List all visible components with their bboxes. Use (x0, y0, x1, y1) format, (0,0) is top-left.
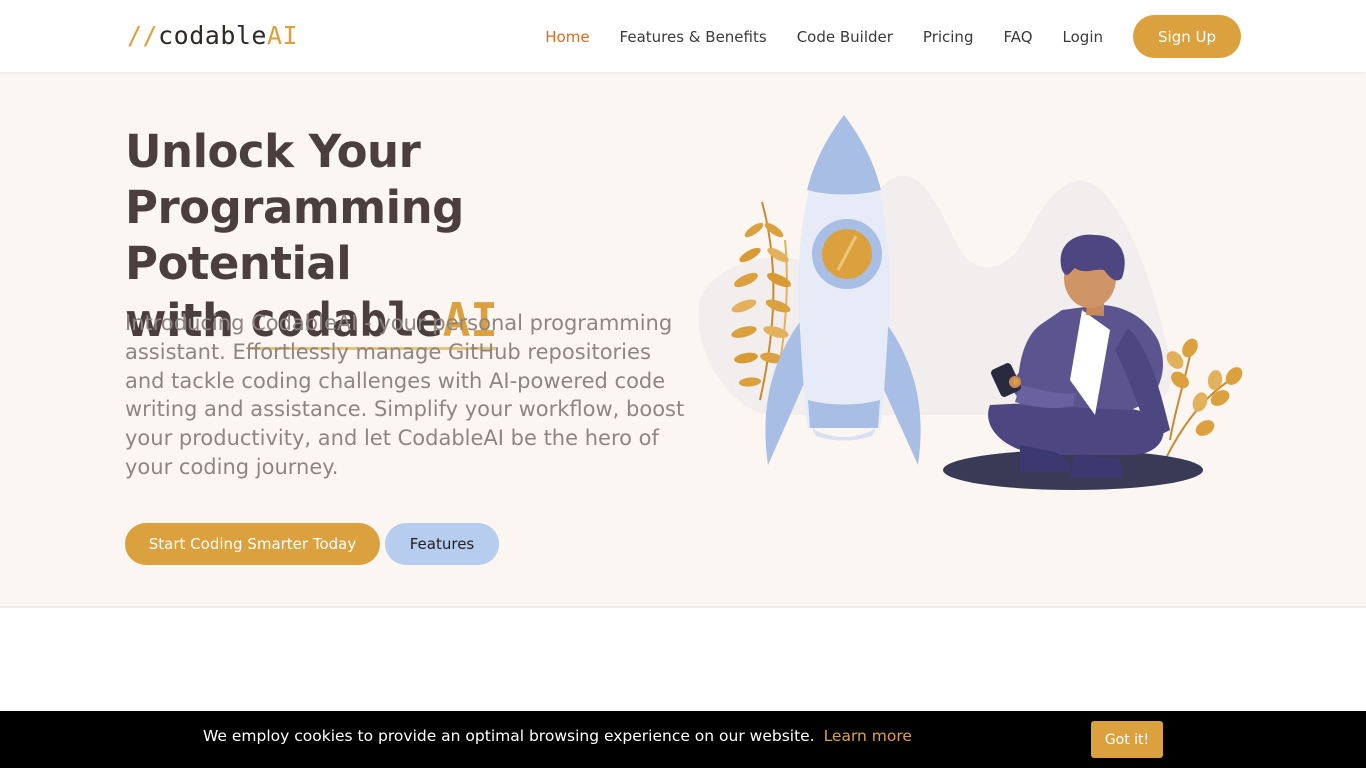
nav-pricing[interactable]: Pricing (923, 28, 974, 46)
codableai-logo[interactable]: //codable AI (127, 18, 298, 52)
hero-title-line1: Unlock Your (125, 125, 421, 178)
nav-home[interactable]: Home (545, 28, 589, 46)
nav-code-builder[interactable]: Code Builder (797, 28, 893, 46)
features-button[interactable]: Features (385, 523, 499, 565)
logo-slashes: // (127, 20, 159, 50)
rocket-launch-illustration (698, 115, 1243, 490)
hero-title-line2: Programming Potential (125, 181, 464, 290)
cookie-learn-more-link[interactable]: Learn more (824, 727, 912, 745)
cookie-message: We employ cookies to provide an optimal … (203, 727, 912, 745)
cookie-banner: We employ cookies to provide an optimal … (0, 711, 1366, 768)
nav-login[interactable]: Login (1063, 28, 1103, 46)
cookie-accept-button[interactable]: Got it! (1091, 721, 1163, 758)
cookie-message-text: We employ cookies to provide an optimal … (203, 727, 815, 745)
nav-features-benefits[interactable]: Features & Benefits (620, 28, 767, 46)
hero-description: Introducing CodableAI - your personal pr… (125, 311, 685, 479)
main-nav: Home Features & Benefits Code Builder Pr… (515, 15, 1241, 58)
logo-name: codable (158, 20, 267, 50)
start-coding-button[interactable]: Start Coding Smarter Today (125, 523, 380, 565)
nav-faq[interactable]: FAQ (1003, 28, 1032, 46)
signup-button[interactable]: Sign Up (1133, 15, 1241, 58)
logo-suffix: AI (266, 20, 299, 50)
right-plant-icon (1164, 338, 1243, 461)
site-header: //codable AI Home Features & Benefits Cod… (0, 0, 1366, 72)
